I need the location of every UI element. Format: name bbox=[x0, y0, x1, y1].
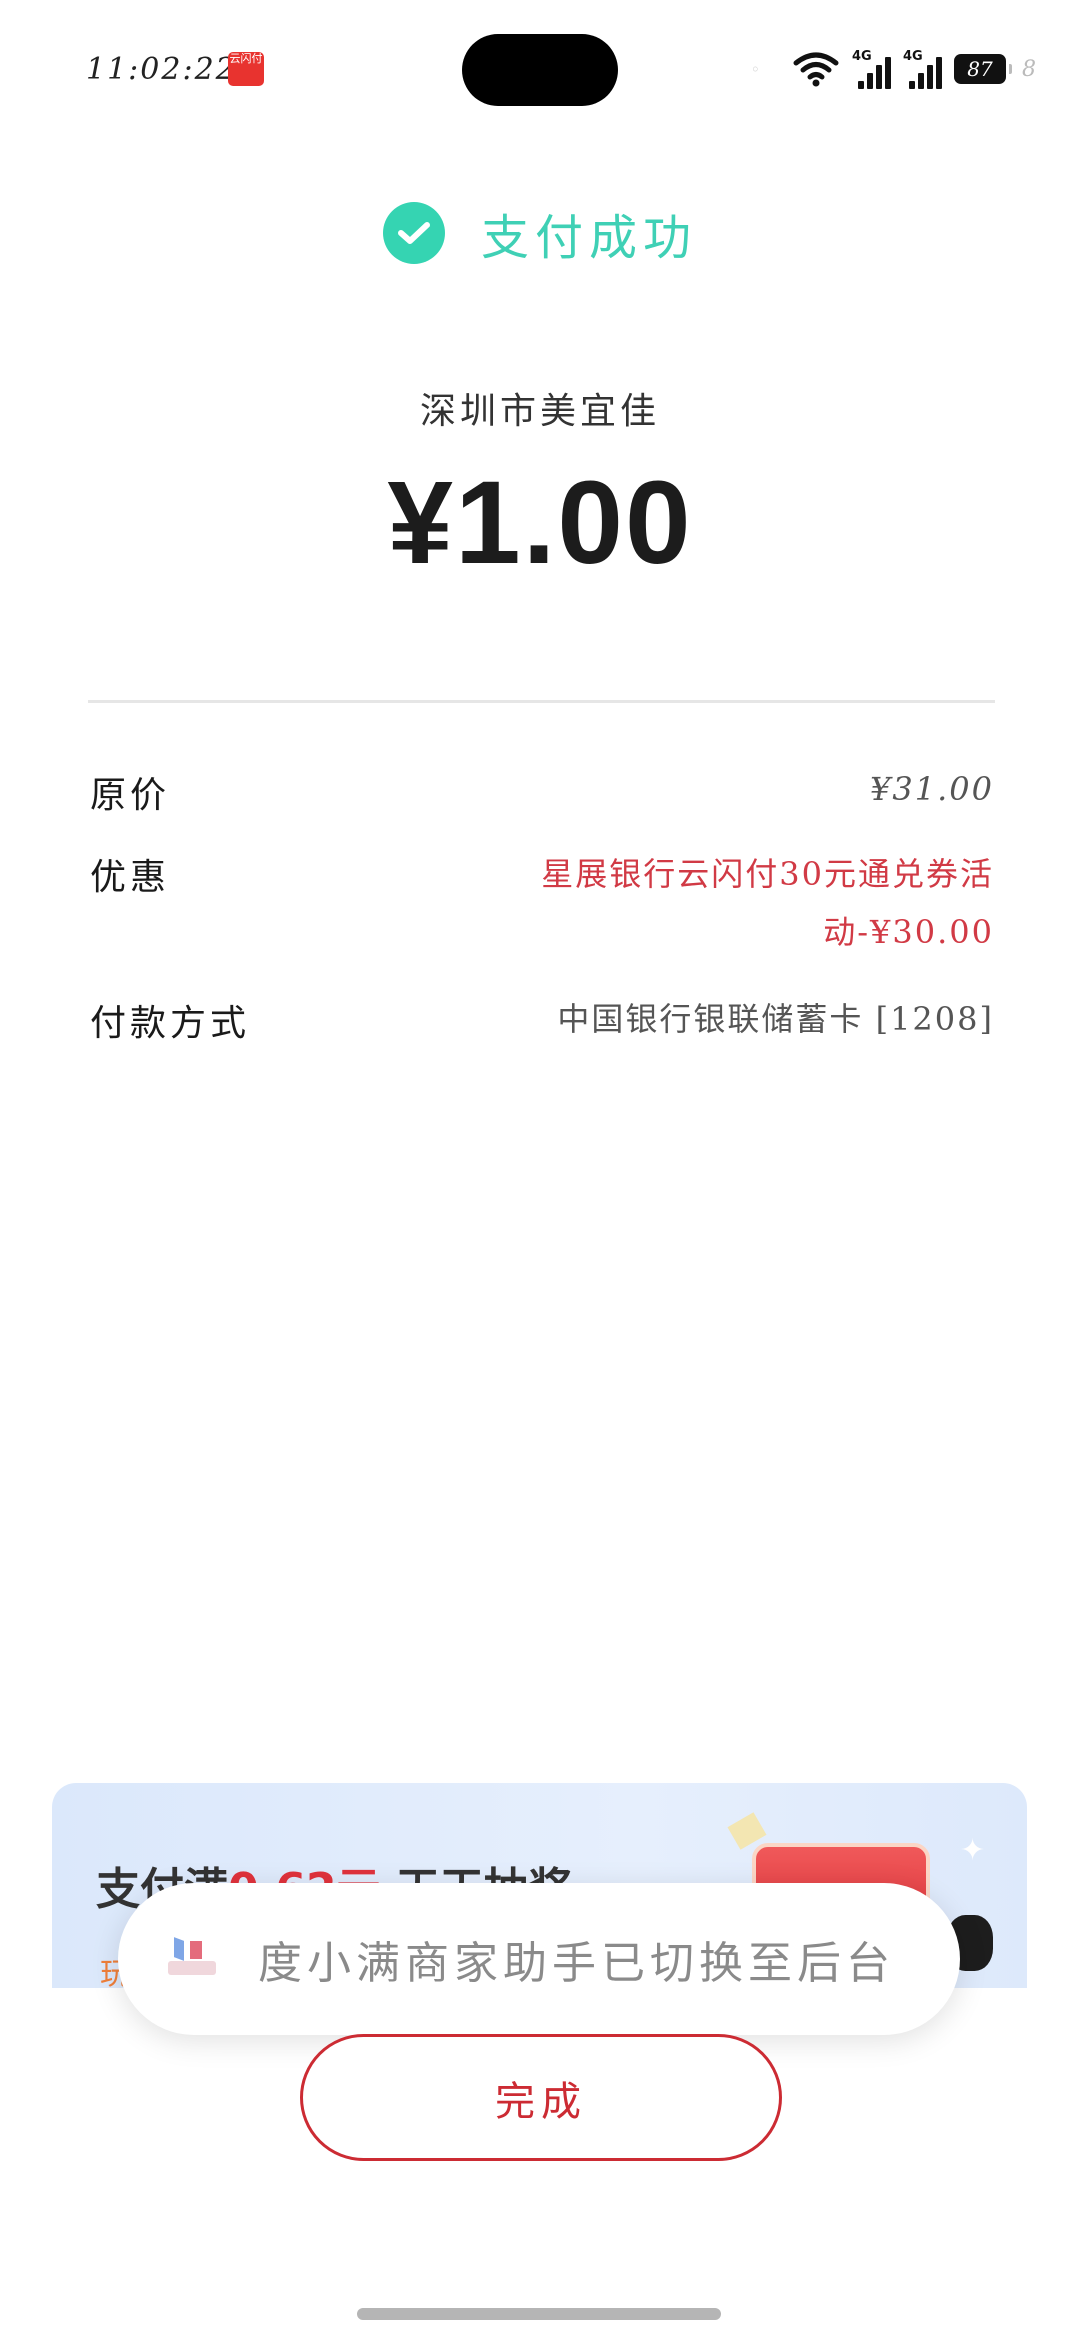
payment-method-label: 付款方式 bbox=[90, 1003, 251, 1044]
status-time: 11:02:22 bbox=[86, 52, 237, 87]
duxiaoman-app-icon bbox=[168, 1937, 216, 1979]
toast-text: 度小满商家助手已切换至后台 bbox=[258, 1938, 895, 1989]
sparkle-icon: ✦ bbox=[960, 1833, 986, 1868]
discount-label: 优惠 bbox=[90, 857, 171, 898]
wifi-icon bbox=[793, 52, 839, 87]
discount-value: 星展银行云闪付30元通兑券活 动-¥30.00 bbox=[541, 845, 994, 961]
battery-level: 87 bbox=[967, 57, 993, 81]
status-icons: ◦ 4G 4G 87 8 bbox=[751, 48, 1036, 90]
check-circle-icon bbox=[382, 202, 445, 264]
merchant-name: 深圳市美宜佳 bbox=[419, 391, 660, 432]
payment-method-value: 中国银行银联储蓄卡 [1208] bbox=[557, 1000, 994, 1038]
success-header: 支付成功 bbox=[0, 198, 1080, 268]
network-type-label: 4G bbox=[903, 49, 923, 64]
done-button[interactable]: 完成 bbox=[300, 2034, 782, 2161]
signal-icon-sim2: 4G bbox=[903, 49, 942, 89]
original-price-label: 原价 bbox=[90, 775, 171, 816]
battery-icon: 87 bbox=[954, 54, 1012, 84]
app-badge-label: 云闪付 bbox=[229, 52, 263, 65]
status-trailing: 8 bbox=[1022, 56, 1036, 82]
home-indicator[interactable] bbox=[357, 2308, 721, 2320]
camera-cutout bbox=[462, 34, 618, 106]
network-type-label: 4G bbox=[852, 49, 872, 64]
toast-notification: 度小满商家助手已切换至后台 bbox=[118, 1883, 960, 2035]
original-price-value: ¥31.00 bbox=[870, 770, 994, 808]
discount-line-2: 动-¥30.00 bbox=[823, 913, 994, 951]
paid-amount: ¥1.00 bbox=[387, 457, 693, 589]
unionpay-notification-icon: 云闪付 bbox=[228, 52, 264, 86]
signal-icon-sim1: 4G bbox=[852, 49, 891, 89]
divider bbox=[88, 700, 995, 703]
discount-line-1: 星展银行云闪付30元通兑券活 bbox=[541, 855, 994, 893]
success-title: 支付成功 bbox=[480, 210, 697, 266]
nfc-icon: ◦ bbox=[750, 59, 760, 79]
